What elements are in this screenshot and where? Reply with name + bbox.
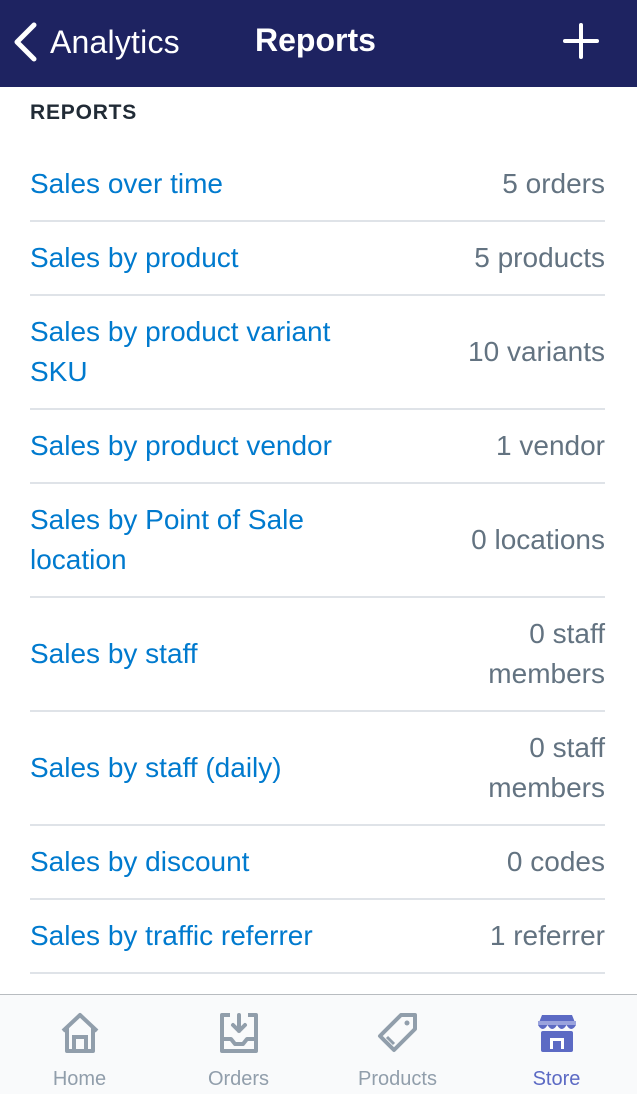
report-label[interactable]: Sales over time	[30, 164, 223, 204]
report-row-sales-by-product[interactable]: Sales by product 5 products	[30, 222, 605, 296]
report-value: 0 locations	[471, 524, 605, 555]
tab-home[interactable]: Home	[0, 995, 159, 1094]
report-value: 0 staff members	[488, 618, 605, 689]
section-header: REPORTS	[30, 101, 138, 124]
report-row-sales-by-pos-location[interactable]: Sales by Point of Sale location 0 locati…	[30, 484, 605, 598]
tab-label: Home	[52, 1068, 107, 1090]
inbox-download-icon	[220, 1013, 258, 1053]
tab-label: Orders	[207, 1068, 270, 1090]
tag-icon	[378, 1013, 417, 1052]
report-value: 1 vendor	[496, 430, 605, 461]
page-title: Reports	[255, 22, 376, 58]
report-value: 0 staff members	[488, 732, 605, 803]
back-button[interactable]: Analytics	[12, 20, 180, 64]
report-value: 10 variants	[468, 336, 605, 367]
report-value: 5 products	[474, 242, 605, 273]
store-icon	[538, 1015, 576, 1052]
plus-icon[interactable]	[562, 22, 600, 60]
back-label: Analytics	[50, 23, 180, 60]
tab-orders[interactable]: Orders	[159, 995, 318, 1094]
report-value: 5 orders	[502, 168, 605, 199]
tab-label: Products	[358, 1068, 437, 1090]
report-row-sales-over-time[interactable]: Sales over time 5 orders	[30, 148, 605, 222]
report-label[interactable]: Sales by Point of Sale location	[30, 500, 340, 580]
report-row-sales-by-staff[interactable]: Sales by staff 0 staff members	[30, 598, 605, 712]
report-row-sales-by-traffic-referrer[interactable]: Sales by traffic referrer 1 referrer	[30, 900, 605, 974]
report-label[interactable]: Sales by staff (daily)	[30, 748, 282, 788]
report-label[interactable]: Sales by product	[30, 238, 239, 278]
report-value: 1 referrer	[489, 920, 605, 951]
tab-label: Store	[532, 1068, 581, 1090]
report-row-sales-by-vendor[interactable]: Sales by product vendor 1 vendor	[30, 410, 605, 484]
report-label[interactable]: Sales by discount	[30, 842, 249, 882]
report-value: 0 codes	[506, 846, 605, 877]
report-row-sales-by-variant-sku[interactable]: Sales by product variant SKU 10 variants	[30, 296, 605, 410]
tab-bar: Home Orders Products Store	[0, 994, 637, 1094]
report-row-sales-by-discount[interactable]: Sales by discount 0 codes	[30, 826, 605, 900]
chevron-left-icon	[14, 22, 37, 62]
tab-products[interactable]: Products	[318, 995, 477, 1094]
home-icon	[61, 1013, 99, 1053]
report-label[interactable]: Sales by staff	[30, 634, 198, 674]
report-label[interactable]: Sales by traffic referrer	[30, 916, 313, 956]
report-row-sales-by-staff-daily[interactable]: Sales by staff (daily) 0 staff members	[30, 712, 605, 826]
navigation-bar: Analytics Reports	[0, 0, 637, 87]
reports-list: Sales over time 5 orders Sales by produc…	[30, 148, 605, 974]
report-label[interactable]: Sales by product vendor	[30, 426, 332, 466]
report-label[interactable]: Sales by product variant SKU	[30, 312, 390, 392]
tab-store[interactable]: Store	[477, 995, 636, 1094]
